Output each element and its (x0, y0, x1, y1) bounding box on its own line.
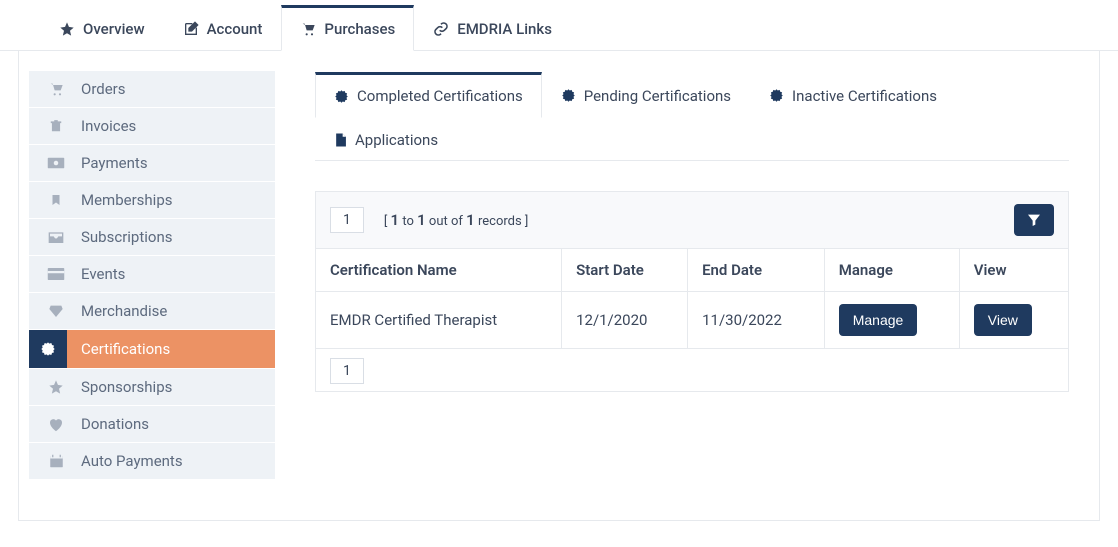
sub-tab-pending[interactable]: Pending Certifications (542, 72, 750, 118)
sidebar-item-orders[interactable]: Orders (29, 71, 275, 108)
sidebar-item-payments[interactable]: Payments (29, 145, 275, 182)
panel-top-bar: 1 [ 1 to 1 out of 1 records ] (316, 192, 1068, 248)
money-icon (45, 156, 67, 170)
main-area: Completed Certifications Pending Certifi… (275, 71, 1099, 392)
sidebar-item-label: Memberships (81, 191, 172, 209)
inbox-icon (45, 230, 67, 244)
panel-bottom-bar: 1 (316, 349, 1068, 391)
sidebar: Orders Invoices Payments Memberships Sub… (29, 71, 275, 480)
sidebar-item-certifications[interactable]: Certifications (29, 330, 275, 369)
sidebar-item-label: Merchandise (81, 302, 167, 320)
sub-tab-label: Pending Certifications (584, 87, 731, 105)
sidebar-item-merchandise[interactable]: Merchandise (29, 293, 275, 330)
sidebar-item-label: Payments (81, 154, 148, 172)
top-tabs: Overview Account Purchases EMDRIA Links (0, 4, 1118, 51)
sidebar-item-subscriptions[interactable]: Subscriptions (29, 219, 275, 256)
sub-tabs: Completed Certifications Pending Certifi… (315, 71, 1069, 161)
diamond-icon (45, 303, 67, 319)
sidebar-item-label: Invoices (81, 117, 136, 135)
tab-overview[interactable]: Overview (40, 5, 164, 51)
sidebar-item-sponsorships[interactable]: Sponsorships (29, 369, 275, 406)
tab-purchases-label: Purchases (324, 20, 395, 38)
sidebar-item-events[interactable]: Events (29, 256, 275, 293)
col-certification-name: Certification Name (316, 249, 562, 292)
calendar-icon (45, 453, 67, 469)
sidebar-item-label: Certifications (81, 340, 170, 358)
col-manage: Manage (824, 249, 959, 292)
tab-emdria-label: EMDRIA Links (457, 20, 552, 38)
records-summary: [ 1 to 1 out of 1 records ] (384, 211, 528, 229)
sub-tab-label: Applications (355, 131, 438, 149)
filter-button[interactable] (1014, 204, 1054, 236)
tab-purchases[interactable]: Purchases (281, 5, 414, 51)
sub-tab-completed[interactable]: Completed Certifications (315, 72, 542, 118)
sidebar-item-label: Subscriptions (81, 228, 172, 246)
sidebar-item-label: Auto Payments (81, 452, 183, 470)
sub-tab-label: Completed Certifications (357, 87, 523, 105)
sidebar-item-label: Sponsorships (81, 378, 172, 396)
certificate-badge-icon (561, 88, 576, 103)
tab-emdria-links[interactable]: EMDRIA Links (414, 5, 571, 51)
cart-icon (300, 21, 316, 37)
edit-icon (183, 21, 199, 37)
star-icon (59, 21, 75, 37)
results-panel: 1 [ 1 to 1 out of 1 records ] Certificat… (315, 191, 1069, 392)
tab-account-label: Account (207, 20, 263, 38)
manage-button[interactable]: Manage (839, 304, 918, 336)
certificate-badge-icon (769, 88, 784, 103)
col-end-date: End Date (688, 249, 825, 292)
certifications-table: Certification Name Start Date End Date M… (316, 248, 1068, 349)
link-icon (433, 21, 449, 37)
bookmark-icon (45, 192, 67, 208)
cell-cert-name: EMDR Certified Therapist (316, 292, 562, 349)
cell-end-date: 11/30/2022 (688, 292, 825, 349)
col-view: View (959, 249, 1068, 292)
certificate-badge-icon (29, 330, 67, 368)
page-number-box-bottom[interactable]: 1 (330, 358, 364, 384)
sidebar-item-donations[interactable]: Donations (29, 406, 275, 443)
sub-tab-label: Inactive Certifications (792, 87, 937, 105)
file-icon (334, 132, 347, 148)
sidebar-item-label: Orders (81, 80, 126, 98)
page-number-box[interactable]: 1 (330, 207, 364, 233)
sub-tab-applications[interactable]: Applications (315, 118, 457, 161)
certificate-badge-icon (334, 89, 349, 104)
sidebar-item-label: Donations (81, 415, 149, 433)
sidebar-item-invoices[interactable]: Invoices (29, 108, 275, 145)
content-wrap: Orders Invoices Payments Memberships Sub… (18, 51, 1100, 521)
trash-icon (45, 118, 67, 134)
filter-icon (1026, 212, 1042, 228)
view-button[interactable]: View (974, 304, 1032, 336)
sidebar-item-memberships[interactable]: Memberships (29, 182, 275, 219)
sidebar-item-label: Events (81, 265, 125, 283)
table-row: EMDR Certified Therapist 12/1/2020 11/30… (316, 292, 1068, 349)
cart-icon (45, 81, 67, 97)
sidebar-item-auto-payments[interactable]: Auto Payments (29, 443, 275, 480)
cell-start-date: 12/1/2020 (562, 292, 688, 349)
heart-icon (45, 417, 67, 432)
sub-tab-inactive[interactable]: Inactive Certifications (750, 72, 956, 118)
star-icon (45, 379, 67, 395)
tab-account[interactable]: Account (164, 5, 282, 51)
card-icon (45, 267, 67, 281)
col-start-date: Start Date (562, 249, 688, 292)
tab-overview-label: Overview (83, 20, 145, 38)
